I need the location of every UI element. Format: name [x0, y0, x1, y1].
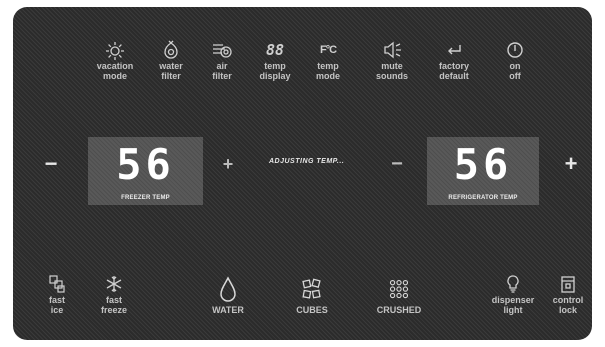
cubes-label: CUBES	[296, 305, 328, 315]
ice-cubes-icon	[44, 273, 70, 295]
snowflake-icon	[101, 273, 127, 295]
fast-freeze-label-2: freeze	[100, 305, 127, 315]
fahrenheit-celsius-icon: F°C	[315, 39, 341, 61]
control-panel: vacation mode water filter air filter 88 te…	[13, 7, 592, 340]
return-arrow-icon	[441, 39, 467, 61]
temp-mode-label-1: temp	[317, 61, 339, 71]
on-off-label-1: on	[509, 61, 521, 71]
on-off-button[interactable]: on off	[482, 39, 548, 81]
fahrenheit-celsius-glyph: F°C	[319, 44, 337, 56]
speaker-icon	[379, 39, 405, 61]
lock-icon	[555, 273, 581, 295]
adjusting-temp-status: ADJUSTING TEMP...	[269, 158, 345, 165]
refrigerator-temp-caption: REFRIGERATOR TEMP	[448, 195, 518, 201]
factory-default-button[interactable]: factory default	[421, 39, 487, 81]
fast-freeze-label-1: fast	[105, 295, 122, 305]
factory-default-label-2: default	[439, 71, 469, 81]
freezer-display: 56 FREEZER TEMP	[88, 137, 203, 205]
freezer-temp-value: 56	[116, 140, 175, 189]
control-lock-button[interactable]: control lock	[535, 273, 592, 315]
refrigerator-minus-button[interactable]: −	[387, 152, 407, 176]
water-drop-icon	[215, 275, 241, 305]
temp-mode-label-2: mode	[315, 71, 340, 81]
water-label: WATER	[212, 305, 244, 315]
control-lock-label-1: control	[552, 295, 584, 305]
air-filter-icon	[209, 39, 235, 61]
water-filter-icon	[158, 39, 184, 61]
cubes-icon	[299, 275, 325, 305]
water-button[interactable]: WATER	[195, 275, 261, 315]
on-off-label-2: off	[509, 71, 521, 81]
factory-default-label-1: factory	[438, 61, 469, 71]
fast-freeze-button[interactable]: fast freeze	[81, 273, 147, 315]
mute-sounds-label-2: sounds	[375, 71, 408, 81]
mute-sounds-button[interactable]: mute sounds	[359, 39, 425, 81]
freezer-minus-button[interactable]: −	[41, 152, 61, 176]
temp-mode-button[interactable]: F°C temp mode	[295, 39, 361, 81]
freezer-temp-caption: FREEZER TEMP	[121, 195, 170, 201]
segment-88-glyph: 88	[265, 41, 285, 59]
crushed-button[interactable]: CRUSHED	[366, 275, 432, 315]
crushed-label: CRUSHED	[376, 305, 422, 315]
bulb-icon	[500, 273, 526, 295]
segment-88-icon: 88	[262, 39, 288, 61]
refrigerator-temp-value: 56	[453, 140, 513, 189]
power-icon	[502, 39, 528, 61]
cubes-button[interactable]: CUBES	[279, 275, 345, 315]
crushed-ice-icon	[386, 275, 412, 305]
refrigerator-display: 56 REFRIGERATOR TEMP	[427, 137, 539, 205]
mute-sounds-label-1: mute	[381, 61, 403, 71]
freezer-plus-button[interactable]: +	[218, 153, 238, 175]
sun-icon	[102, 39, 128, 61]
refrigerator-plus-button[interactable]: +	[561, 152, 581, 176]
control-lock-label-2: lock	[558, 305, 577, 315]
